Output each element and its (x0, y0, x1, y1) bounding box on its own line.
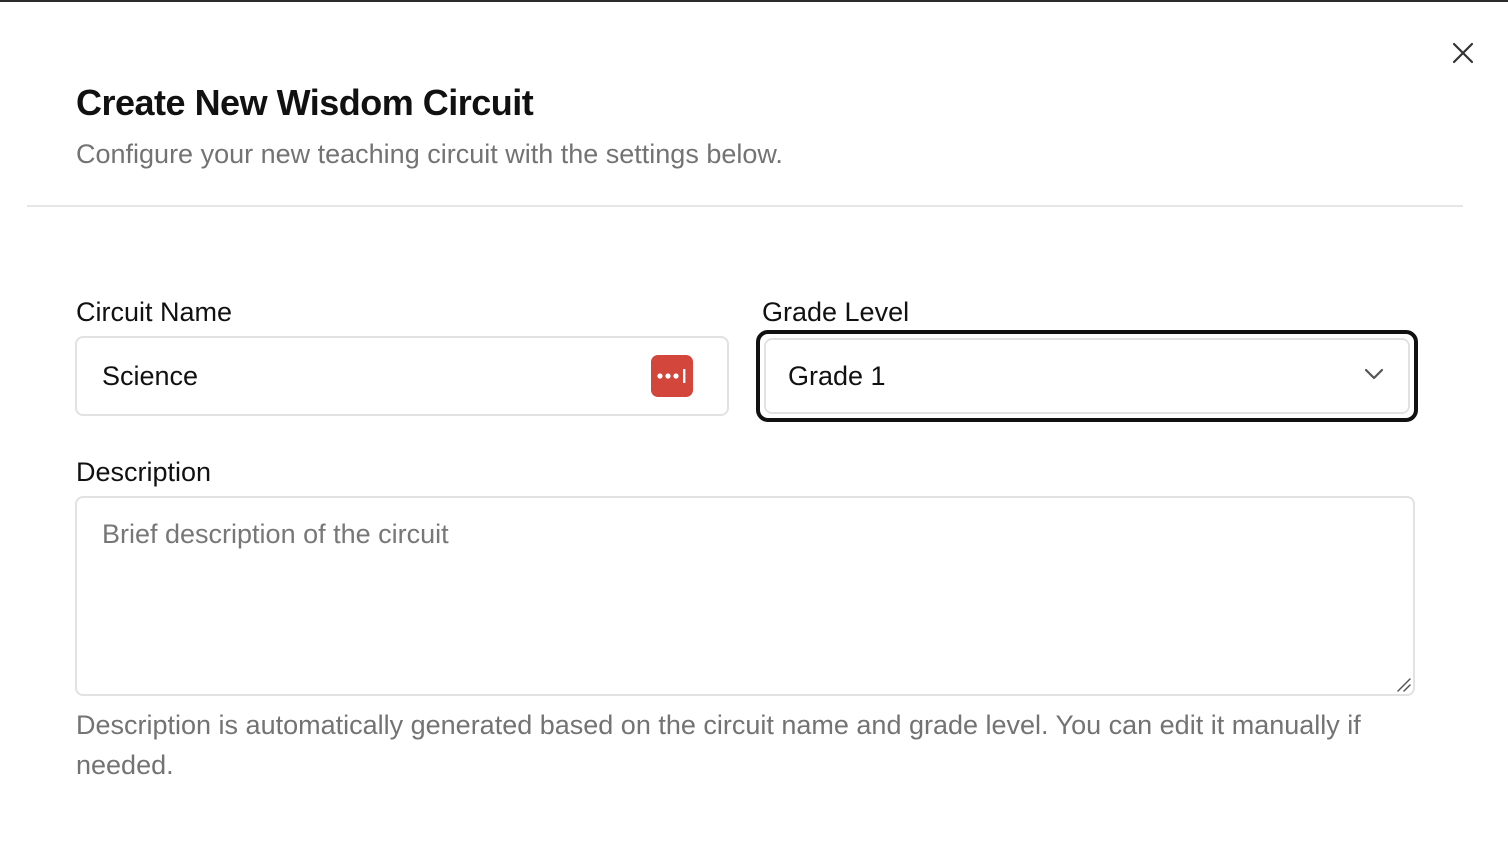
password-manager-icon[interactable] (651, 355, 693, 397)
create-circuit-dialog: Create New Wisdom Circuit Configure your… (0, 2, 1508, 854)
description-placeholder: Brief description of the circuit (102, 519, 449, 549)
dialog-subtitle: Configure your new teaching circuit with… (76, 139, 783, 169)
description-textarea[interactable]: Brief description of the circuit (75, 496, 1415, 696)
description-help-text: Description is automatically generated b… (76, 710, 1361, 780)
dialog-title: Create New Wisdom Circuit (76, 82, 534, 123)
close-button[interactable] (1446, 36, 1480, 70)
description-label: Description (76, 457, 212, 487)
grade-level-select[interactable]: Grade 1 (756, 330, 1418, 422)
chevron-down-icon (1364, 368, 1384, 380)
circuit-name-field[interactable]: Science (75, 336, 729, 416)
grade-level-label: Grade Level (762, 297, 910, 327)
grade-level-value: Grade 1 (788, 361, 886, 391)
header-divider (27, 205, 1463, 207)
circuit-name-label: Circuit Name (76, 297, 233, 327)
resize-handle-icon[interactable] (1395, 676, 1411, 692)
close-icon (1452, 42, 1474, 64)
circuit-name-value: Science (102, 361, 199, 391)
